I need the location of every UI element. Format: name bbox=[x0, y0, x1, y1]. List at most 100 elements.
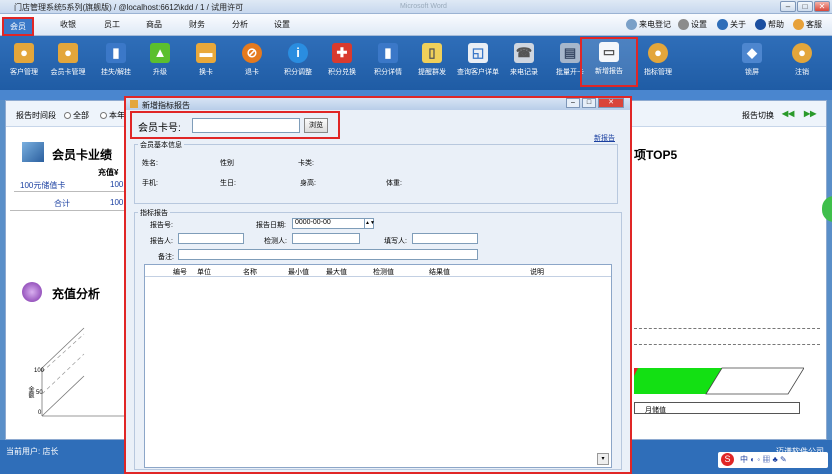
cardtype-label: 卡类: bbox=[298, 160, 314, 167]
report-date-picker[interactable]: 0000-00-00 ▲▼ bbox=[292, 218, 375, 229]
lock-screen-button[interactable]: ◆ 锁屏 bbox=[730, 40, 774, 77]
spin-arrows-icon[interactable]: ▲▼ bbox=[364, 219, 375, 228]
card-number-label: 会员卡号: bbox=[138, 123, 181, 134]
customer-manage-button[interactable]: ● 客户管理 bbox=[2, 40, 46, 77]
inspector-input[interactable] bbox=[292, 233, 360, 244]
points-adjust-button[interactable]: i 积分调整 bbox=[276, 40, 320, 77]
perf-total-name: 合计 bbox=[54, 199, 70, 208]
writer-label: 填写人: bbox=[384, 238, 407, 245]
notes-label: 备注: bbox=[158, 254, 174, 261]
member-info-title: 会员基本信息 bbox=[138, 140, 184, 150]
col-min: 最小值 bbox=[288, 269, 309, 276]
radio-year[interactable]: 本年 bbox=[98, 110, 125, 121]
card-icon: ▬ bbox=[196, 43, 216, 63]
menu-settings[interactable]: 设置 bbox=[274, 19, 290, 30]
logout-button[interactable]: ● 注销 bbox=[780, 40, 824, 77]
user-icon: ● bbox=[792, 43, 812, 63]
menu-goods[interactable]: 商品 bbox=[146, 19, 162, 30]
query-customer-detail-button[interactable]: ◱ 查询客户详单 bbox=[456, 40, 500, 77]
indicator-table[interactable]: 编号 单位 名称 最小值 最大值 检测值 结果值 说明 ▾ bbox=[144, 264, 612, 468]
scroll-down-button[interactable]: ▾ bbox=[597, 453, 609, 465]
perf-title: 会员卡业绩 bbox=[52, 148, 113, 162]
user-icon bbox=[793, 19, 804, 30]
radio-all[interactable]: 全部 bbox=[62, 110, 89, 121]
return-card-button[interactable]: ⊘ 退卡 bbox=[230, 40, 274, 77]
indicator-manage-button[interactable]: ● 指标管理 bbox=[636, 40, 680, 77]
support-link[interactable]: 客服 bbox=[793, 19, 822, 30]
dialog-app-icon bbox=[130, 100, 138, 108]
perf-total-value: 100 bbox=[110, 198, 124, 207]
upgrade-button[interactable]: ▲ 升级 bbox=[138, 40, 182, 77]
card-lock-icon: ▮ bbox=[106, 43, 126, 63]
period-label: 报告时间段 bbox=[16, 111, 56, 120]
dialog-title: 新增指标报告 bbox=[142, 101, 190, 110]
dialog-close-button[interactable]: ✕ bbox=[598, 98, 624, 108]
writer-input[interactable] bbox=[412, 233, 478, 244]
about-link[interactable]: 关于 bbox=[717, 19, 746, 30]
menu-member[interactable]: 会员 bbox=[2, 17, 34, 36]
new-report-link[interactable]: 新报告 bbox=[594, 133, 615, 143]
call-register-link[interactable]: 来电登记 bbox=[626, 19, 671, 30]
phone-icon: ☎ bbox=[514, 43, 534, 63]
card-number-input[interactable] bbox=[192, 118, 300, 133]
reporter-input[interactable] bbox=[178, 233, 244, 244]
menu-analysis[interactable]: 分析 bbox=[232, 19, 248, 30]
shield-icon: ◆ bbox=[742, 43, 762, 63]
report-date-label: 报告日期: bbox=[256, 222, 286, 229]
menu-staff[interactable]: 员工 bbox=[104, 19, 120, 30]
col-number: 编号 bbox=[173, 269, 187, 276]
new-report-button[interactable]: ▭ 新增报告 bbox=[580, 37, 638, 87]
toolbar: ● 客户管理 ● 会员卡管理 ▮ 挂失/解挂 ▲ 升级 ▬ 换卡 ⊘ 退卡 i 积分调整 ✚ 积… bbox=[0, 36, 832, 90]
menu-finance[interactable]: 财务 bbox=[189, 19, 205, 30]
menu-cashier[interactable]: 收银 bbox=[60, 19, 76, 30]
clipboard-icon: ▭ bbox=[599, 42, 619, 62]
y-axis-label: 金额 bbox=[27, 386, 33, 398]
perf-row-value: 100 bbox=[110, 180, 124, 189]
card-icon: ▮ bbox=[378, 43, 398, 63]
help-link[interactable]: 帮助 bbox=[755, 19, 784, 30]
maximize-button[interactable]: □ bbox=[797, 1, 813, 12]
card-performance-icon bbox=[22, 142, 44, 162]
gender-label: 性别 bbox=[220, 160, 234, 167]
call-record-button[interactable]: ☎ 来电记录 bbox=[502, 40, 546, 77]
users-icon: ● bbox=[58, 43, 78, 63]
y-tick-low: 0 bbox=[38, 410, 42, 416]
top5-title: 项TOP5 bbox=[634, 148, 678, 162]
users-icon: ● bbox=[14, 43, 34, 63]
close-button[interactable]: ✕ bbox=[814, 1, 830, 12]
member-info-group bbox=[134, 144, 618, 204]
weight-label: 体重: bbox=[386, 180, 402, 187]
perf-row-name: 100元储值卡 bbox=[20, 181, 66, 190]
y-tick-mid: 50 bbox=[36, 390, 43, 396]
report-loss-button[interactable]: ▮ 挂失/解挂 bbox=[94, 40, 138, 77]
member-card-manage-button[interactable]: ● 会员卡管理 bbox=[46, 40, 90, 77]
sogou-icon: S bbox=[721, 453, 734, 466]
prev-arrow-icon[interactable]: ◀◀ bbox=[782, 109, 794, 118]
settings-link[interactable]: 设置 bbox=[678, 19, 707, 30]
name-label: 姓名: bbox=[142, 160, 158, 167]
recharge-analysis-icon bbox=[22, 282, 42, 302]
ime-toolbar[interactable]: S 中 ◐ ◦ ▦ ♣ ✎ bbox=[718, 452, 828, 468]
reminder-broadcast-button[interactable]: ▯ 提醒群发 bbox=[410, 40, 454, 77]
points-detail-button[interactable]: ▮ 积分详情 bbox=[366, 40, 410, 77]
help-icon bbox=[755, 19, 766, 30]
report-no-label: 报告号: bbox=[150, 222, 173, 229]
forbidden-icon: ⊘ bbox=[242, 43, 262, 63]
points-exchange-button[interactable]: ✚ 积分兑换 bbox=[320, 40, 364, 77]
minimize-button[interactable]: – bbox=[780, 1, 796, 12]
browse-button[interactable]: 浏览 bbox=[304, 118, 328, 133]
col-unit: 单位 bbox=[197, 269, 211, 276]
window-titlebar: 门店管理系统5系列(旗舰版) / @localhost:6612\kdd / 1… bbox=[0, 0, 832, 14]
top5-chart bbox=[634, 367, 804, 395]
dialog-minimize-button[interactable]: – bbox=[566, 98, 580, 108]
next-arrow-icon[interactable]: ▶▶ bbox=[804, 109, 816, 118]
phone-icon: ▯ bbox=[422, 43, 442, 63]
notes-input[interactable] bbox=[178, 249, 478, 260]
report-switch-label: 报告切换 bbox=[742, 111, 774, 120]
col-result: 结果值 bbox=[429, 269, 450, 276]
change-card-button[interactable]: ▬ 换卡 bbox=[184, 40, 228, 77]
dialog-maximize-button[interactable]: □ bbox=[582, 98, 596, 108]
gift-icon: ✚ bbox=[332, 43, 352, 63]
perf-col-header: 充值¥ bbox=[98, 168, 119, 177]
y-tick-top: 100 bbox=[34, 368, 45, 374]
